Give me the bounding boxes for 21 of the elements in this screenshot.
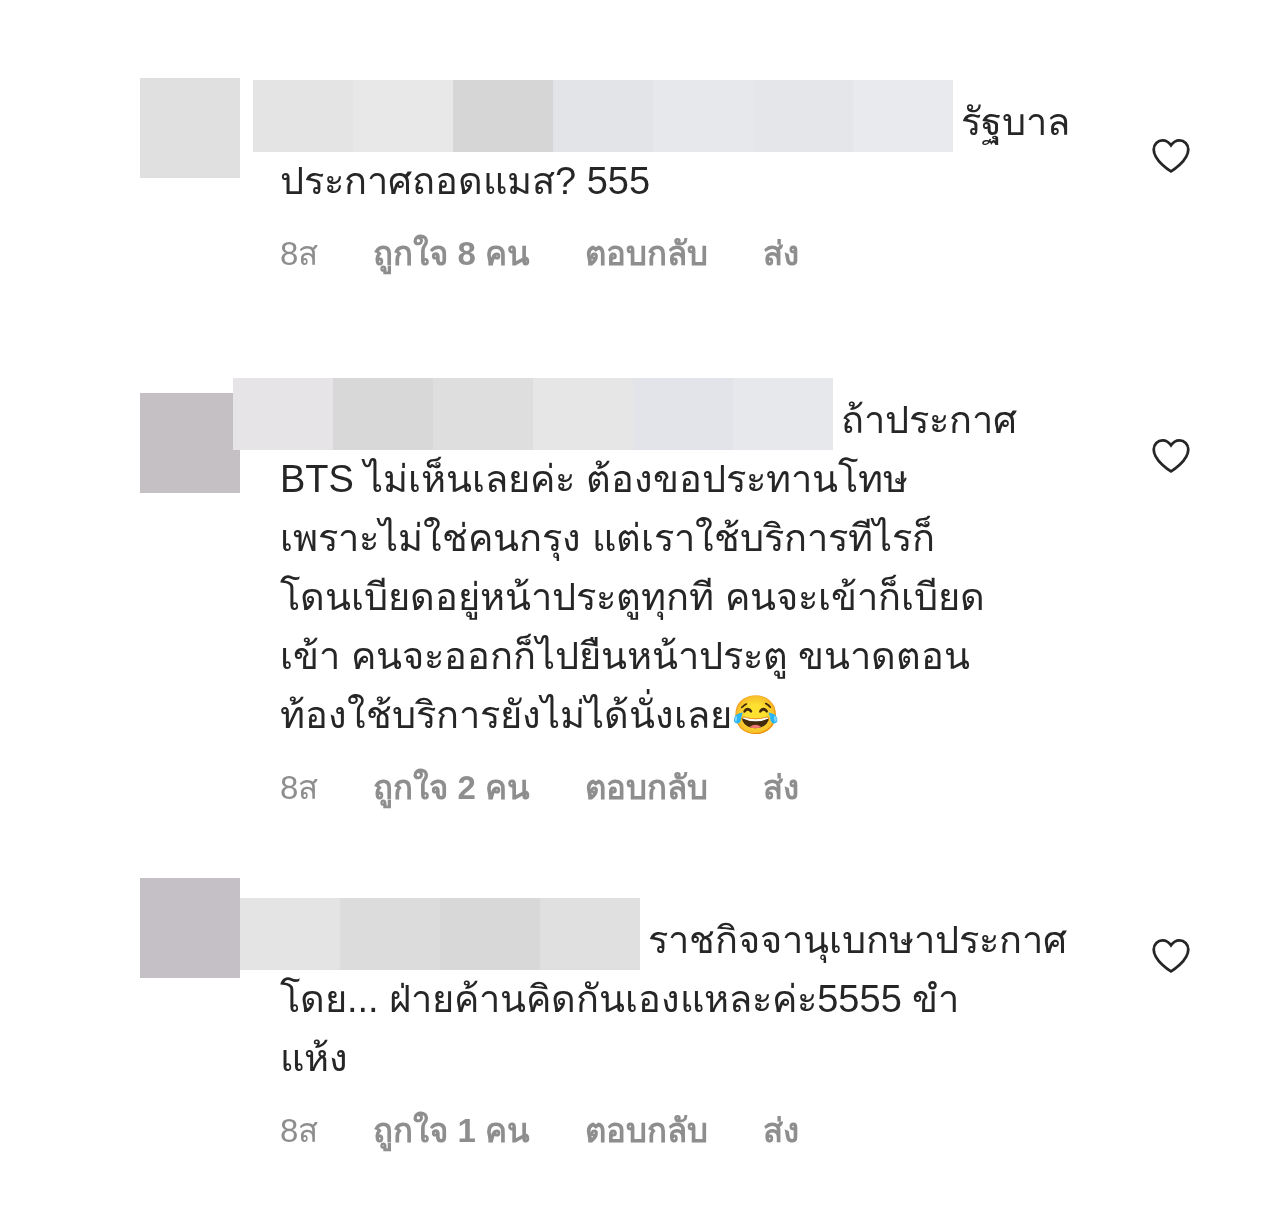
likes-count-link[interactable]: ถูกใจ 8 คน [373,229,531,279]
comment-time: 8ส [280,234,319,274]
comment-text: ราชกิจจานุเบกษาประกาศ [648,918,1067,965]
reply-link[interactable]: ตอบกลับ [585,229,709,279]
reply-link[interactable]: ตอบกลับ [585,763,709,813]
heart-icon[interactable] [1150,436,1192,474]
heart-icon[interactable] [1150,936,1192,974]
send-link[interactable]: ส่ง [763,1106,800,1156]
send-link[interactable]: ส่ง [763,229,800,279]
comment-text: ถ้าประกาศ [841,398,1017,443]
send-link[interactable]: ส่ง [763,763,800,813]
likes-count-link[interactable]: ถูกใจ 2 คน [373,763,531,813]
likes-count-link[interactable]: ถูกใจ 1 คน [373,1106,531,1156]
comment-text: รัฐบาล [961,100,1070,147]
comment-text: โดย... ฝ่ายค้านคิดกันเองแหละค่ะ5555 ขำ แห้ง [280,976,961,1081]
comment-text: ประกาศถอดแมส? 555 [280,159,652,204]
comment-text: BTS ไม่เห็นเลยค่ะ ต้องขอประทานโทษ เพราะไม่ใช่คนกรุง แต่เราใช้บริการทีไรก็ โดนเบียดอยู่หน้าประตูทุกที คนจะเข้าก็เบียด เข้า คนจะออกก็ไปยืนหน้าประตู ขนาดตอน ท้องใช้บริการยังไม่ได้นั่งเลย😂 [280,455,986,738]
comment-time: 8ส [280,768,319,808]
heart-icon[interactable] [1150,136,1192,174]
reply-link[interactable]: ตอบกลับ [585,1106,709,1156]
comment-time: 8ส [280,1111,319,1151]
